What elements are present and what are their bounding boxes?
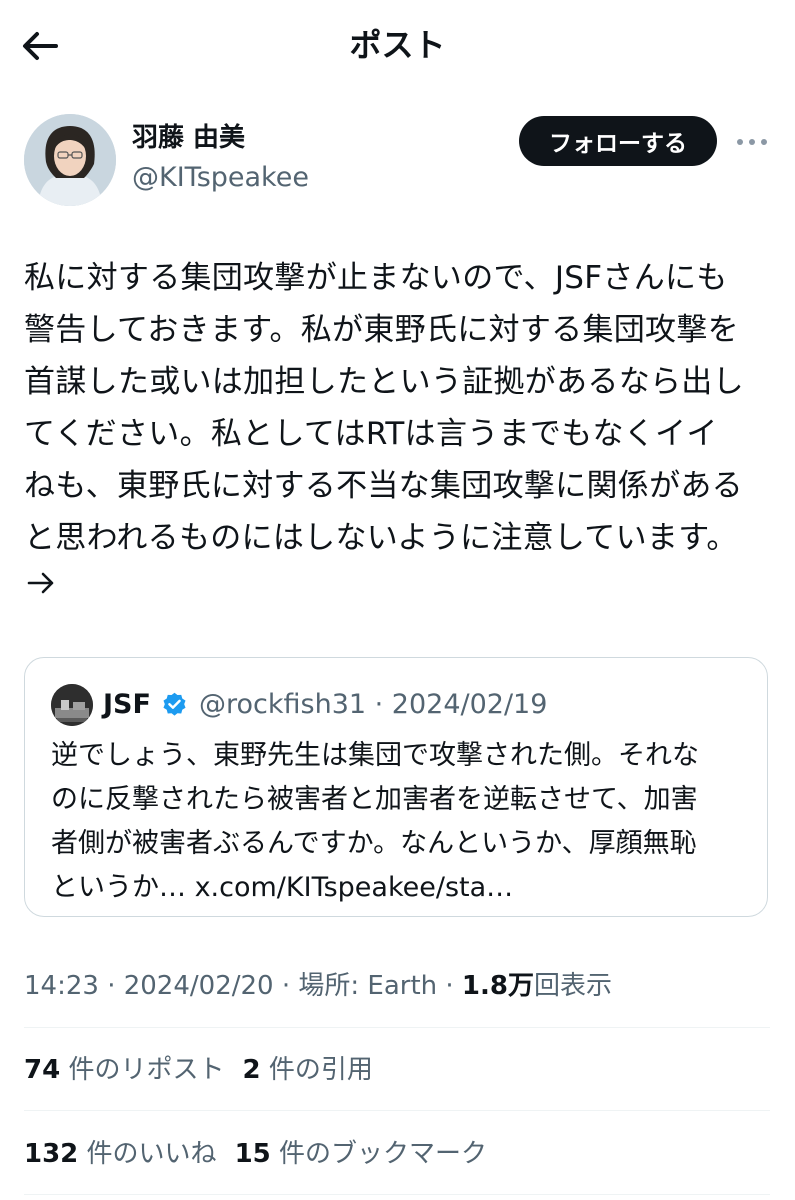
tweet-time-date[interactable]: 14:23 · 2024/02/20 (24, 971, 274, 1001)
views-label: 回表示 (533, 971, 612, 1001)
bookmarks-label: 件のブックマーク (279, 1139, 488, 1169)
meta-separator: · (437, 971, 462, 1001)
likes-label: 件のいいね (86, 1139, 217, 1169)
reposts-stat[interactable]: 74 件のリポスト (24, 1055, 224, 1085)
more-options-button[interactable] (730, 122, 774, 162)
avatar[interactable] (24, 114, 116, 206)
quotes-label: 件の引用 (268, 1055, 373, 1085)
quoted-avatar-image-icon (51, 684, 93, 726)
tweet-meta: 14:23 · 2024/02/20 · 場所: Earth · 1.8万回表示 (24, 966, 612, 1006)
tweet-location: 場所: Earth (298, 971, 438, 1001)
quoted-avatar[interactable] (51, 684, 93, 726)
views-count: 1.8万 (461, 971, 534, 1001)
quoted-handle-date: @rockfish31 · 2024/02/19 (199, 689, 548, 720)
stats-row-reposts: 74 件のリポスト 2 件の引用 (24, 1050, 391, 1090)
meta-separator: · (273, 971, 299, 1001)
quoted-text: 逆でしょう、東野先生は集団で攻撃された側。それな のに反撃されたら被害者と加害者… (51, 740, 699, 903)
arrow-right-icon (27, 572, 54, 594)
ellipsis-icon (737, 139, 767, 145)
verified-badge-icon (163, 692, 186, 716)
stats-row-likes: 132 件のいいね 15 件のブックマーク (24, 1134, 505, 1174)
show-more-link[interactable] (26, 568, 62, 604)
likes-stat[interactable]: 132 件のいいね (24, 1139, 217, 1169)
reposts-label: 件のリポスト (68, 1055, 225, 1085)
bookmarks-count: 15 (234, 1139, 271, 1169)
follow-button[interactable]: フォローする (519, 116, 717, 166)
divider (24, 1110, 770, 1111)
page-title: ポスト (349, 26, 446, 64)
reposts-count: 74 (24, 1055, 61, 1085)
divider (24, 1027, 770, 1028)
author-row: 羽藤 由美 @KITspeakee フォローする (24, 114, 774, 209)
quotes-count: 2 (242, 1055, 261, 1085)
likes-count: 132 (24, 1139, 79, 1169)
quotes-stat[interactable]: 2 件の引用 (242, 1055, 372, 1085)
quoted-author-name: JSF (103, 689, 151, 720)
quoted-tweet[interactable]: JSF @rockfish31 · 2024/02/19 逆でしょう、東野先生は… (24, 657, 768, 917)
divider (24, 1194, 770, 1195)
tweet-text: 私に対する集団攻撃が止まないので、JSFさんにも 警告しておきます。私が東野氏に… (24, 260, 744, 556)
top-bar: ポスト (0, 0, 795, 92)
bookmarks-stat[interactable]: 15 件のブックマーク (235, 1139, 487, 1169)
author-name[interactable]: 羽藤 由美 (132, 120, 245, 156)
author-handle[interactable]: @KITspeakee (132, 160, 309, 196)
user-photo-icon (24, 114, 116, 206)
